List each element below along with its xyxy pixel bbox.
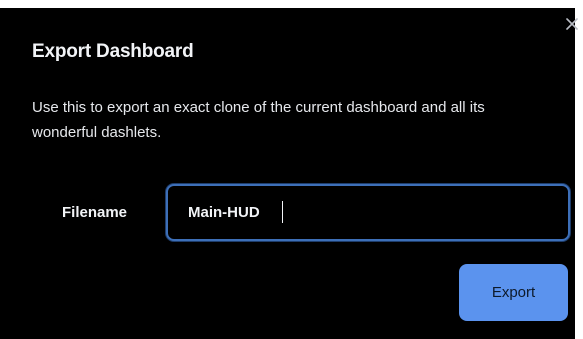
filename-input[interactable] [166, 184, 570, 241]
dialog-panel: Export Dashboard Use this to export an e… [0, 8, 575, 339]
close-button[interactable] [561, 13, 583, 35]
close-icon [566, 18, 578, 30]
dialog-description: Use this to export an exact clone of the… [32, 99, 485, 141]
export-button[interactable]: Export [459, 264, 568, 321]
export-dashboard-dialog: Export Dashboard Use this to export an e… [0, 0, 583, 339]
dialog-title: Export Dashboard [32, 41, 194, 62]
filename-label: Filename [62, 204, 128, 221]
text-caret [282, 201, 283, 223]
